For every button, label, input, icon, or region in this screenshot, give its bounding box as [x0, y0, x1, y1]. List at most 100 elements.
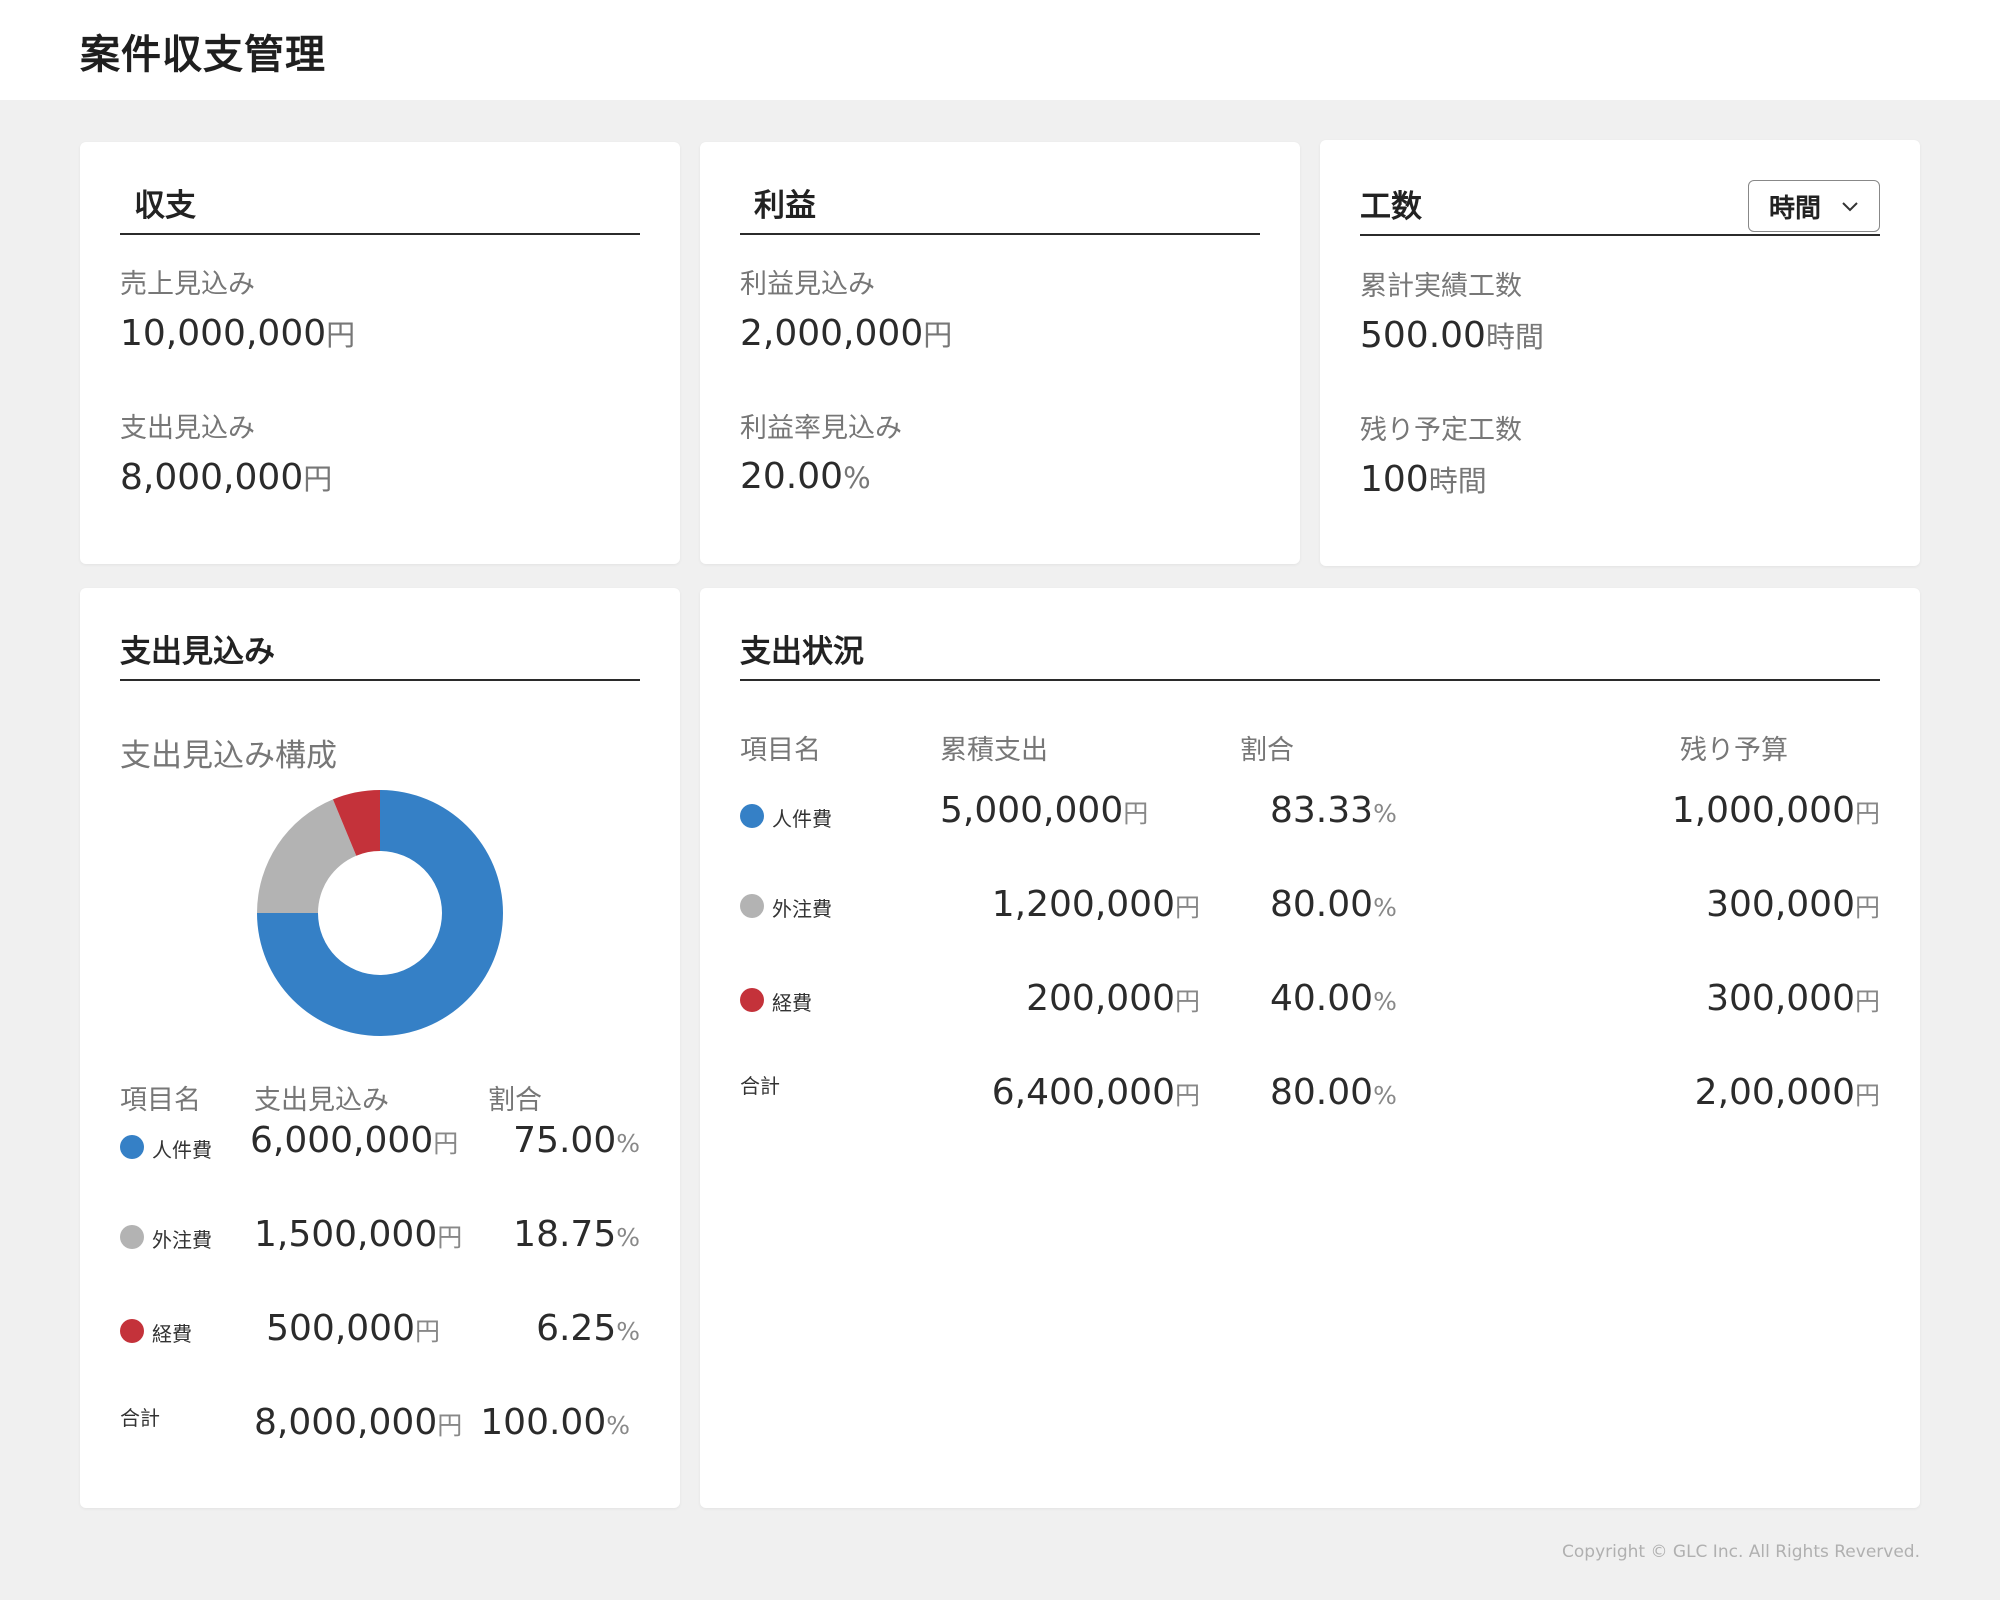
status-col-name: 項目名: [740, 735, 821, 766]
status-row-name: 経費: [772, 991, 812, 1015]
expense-forecast-unit: 円: [303, 462, 333, 496]
expense-forecast-title: 支出見込み: [120, 634, 275, 670]
status-row-ratio: 40.00%: [1270, 978, 1470, 1019]
sales-forecast-value: 10,000,000円: [120, 312, 355, 354]
status-ratio-unit: %: [1373, 987, 1397, 1016]
status-remaining-value: 300,000: [1706, 884, 1855, 925]
expenses-color-dot: [740, 988, 764, 1012]
profit-card: 利益 利益見込み 2,000,000円 利益率見込み 20.00%: [700, 142, 1300, 564]
status-total-spent: 6,400,000円: [900, 1072, 1200, 1113]
sales-forecast-unit: 円: [326, 318, 356, 352]
status-row-name: 人件費: [772, 807, 832, 831]
status-spent-value: 6,400,000: [991, 1072, 1175, 1113]
personnel-color-dot: [740, 804, 764, 828]
forecast-col-name: 項目名: [120, 1085, 201, 1116]
status-spent-value: 1,200,000: [991, 884, 1175, 925]
status-remaining-value: 1,000,000: [1671, 790, 1855, 831]
effort-card: 工数 時間 累計実績工数 500.00時間 残り予定工数 100時間: [1320, 140, 1920, 566]
expense-forecast-value: 8,000,000円: [120, 456, 332, 498]
profit-rate-amount: 20.00: [740, 456, 844, 497]
status-ratio-unit: %: [1373, 893, 1397, 922]
forecast-amount-value: 500,000: [266, 1308, 415, 1349]
status-remaining-unit: 円: [1854, 799, 1880, 828]
sales-forecast-label: 売上見込み: [120, 269, 255, 300]
forecast-row-amount: 500,000円: [250, 1308, 440, 1349]
balance-card-header: 収支: [120, 188, 640, 235]
status-row-remaining: 300,000円: [1580, 884, 1880, 925]
forecast-ratio-unit: %: [616, 1129, 640, 1158]
status-remaining-value: 2,00,000: [1694, 1072, 1855, 1113]
status-spent-unit: 円: [1174, 893, 1200, 922]
balance-card: 収支 売上見込み 10,000,000円 支出見込み 8,000,000円: [80, 142, 680, 564]
forecast-ratio-unit: %: [616, 1223, 640, 1252]
footer-copyright: Copyright © GLC Inc. All Rights Reverved…: [1562, 1542, 1920, 1562]
page-title: 案件収支管理: [80, 32, 326, 78]
expense-status-card: 支出状況 項目名 累積支出 割合 残り予算 人件費 5,000,000 円 83.…: [700, 588, 1920, 1508]
status-row-name: 外注費: [772, 897, 832, 921]
forecast-amount-unit: 円: [414, 1317, 440, 1346]
actual-effort-unit: 時間: [1485, 320, 1544, 354]
effort-unit-select[interactable]: 時間: [1748, 180, 1880, 232]
remaining-effort-value: 100時間: [1360, 458, 1487, 500]
status-total-name: 合計: [740, 1074, 780, 1098]
outsourcing-color-dot: [120, 1225, 144, 1249]
status-spent-unit: 円: [1174, 987, 1200, 1016]
chevron-down-icon: [1842, 202, 1858, 212]
status-remaining-value: 300,000: [1706, 978, 1855, 1019]
forecast-row-ratio: 75.00%: [460, 1120, 640, 1161]
expense-status-header: 支出状況: [740, 634, 1880, 681]
forecast-ratio-value: 18.75: [513, 1214, 617, 1255]
status-col-remaining: 残り予算: [1680, 735, 1788, 766]
forecast-amount-value: 1,500,000: [254, 1214, 438, 1255]
effort-card-title: 工数: [1360, 189, 1422, 225]
profit-card-title: 利益: [754, 188, 816, 224]
actual-effort-label: 累計実績工数: [1360, 271, 1522, 302]
status-row-ratio: 80.00%: [1270, 884, 1470, 925]
forecast-total-name: 合計: [120, 1406, 160, 1430]
status-spent-value: 5,000,000: [940, 790, 1124, 831]
forecast-row-ratio: 18.75%: [460, 1214, 640, 1255]
status-ratio-value: 80.00: [1270, 884, 1374, 925]
sales-forecast-amount: 10,000,000: [120, 313, 327, 354]
status-ratio-unit: %: [1373, 799, 1397, 828]
status-row-ratio: 83.33%: [1270, 790, 1470, 831]
expense-forecast-card: 支出見込み 支出見込み構成 項目名 支出見込み 割合 人件費 6,000,000…: [80, 588, 680, 1508]
profit-forecast-value: 2,000,000円: [740, 312, 952, 354]
profit-forecast-label: 利益見込み: [740, 269, 875, 300]
actual-effort-amount: 500.00: [1360, 315, 1486, 356]
expense-status-title: 支出状況: [740, 634, 864, 670]
status-col-ratio: 割合: [1240, 735, 1294, 766]
status-row-remaining: 300,000円: [1580, 978, 1880, 1019]
expense-forecast-label: 支出見込み: [120, 413, 255, 444]
forecast-amount-unit: 円: [433, 1129, 459, 1158]
status-total-ratio: 80.00%: [1270, 1072, 1470, 1113]
expense-forecast-amount: 8,000,000: [120, 457, 304, 498]
forecast-row-name: 外注費: [152, 1228, 212, 1252]
remaining-effort-label: 残り予定工数: [1360, 415, 1522, 446]
expense-forecast-header: 支出見込み: [120, 634, 640, 681]
status-row-spent: 200,000円: [900, 978, 1200, 1019]
remaining-effort-amount: 100: [1360, 459, 1429, 500]
forecast-row-ratio: 6.25%: [460, 1308, 640, 1349]
status-row-remaining: 1,000,000円: [1580, 790, 1880, 831]
status-col-spent: 累積支出: [940, 735, 1048, 766]
profit-rate-label: 利益率見込み: [740, 413, 902, 444]
outsourcing-color-dot: [740, 894, 764, 918]
balance-card-title: 収支: [134, 188, 196, 224]
expenses-color-dot: [120, 1319, 144, 1343]
forecast-ratio-unit: %: [606, 1411, 630, 1440]
forecast-amount-unit: 円: [437, 1223, 463, 1252]
profit-forecast-amount: 2,000,000: [740, 313, 924, 354]
forecast-row-name: 経費: [152, 1322, 192, 1346]
forecast-amount-value: 6,000,000: [250, 1120, 434, 1161]
profit-rate-unit: %: [843, 461, 871, 495]
status-row-spent: 1,200,000円: [900, 884, 1200, 925]
remaining-effort-unit: 時間: [1428, 464, 1487, 498]
status-spent-value: 200,000: [1026, 978, 1175, 1019]
actual-effort-value: 500.00時間: [1360, 314, 1544, 356]
status-remaining-unit: 円: [1854, 893, 1880, 922]
effort-unit-selected: 時間: [1769, 193, 1822, 224]
forecast-col-ratio: 割合: [488, 1085, 542, 1116]
status-ratio-unit: %: [1373, 1081, 1397, 1110]
forecast-ratio-value: 75.00: [513, 1120, 617, 1161]
